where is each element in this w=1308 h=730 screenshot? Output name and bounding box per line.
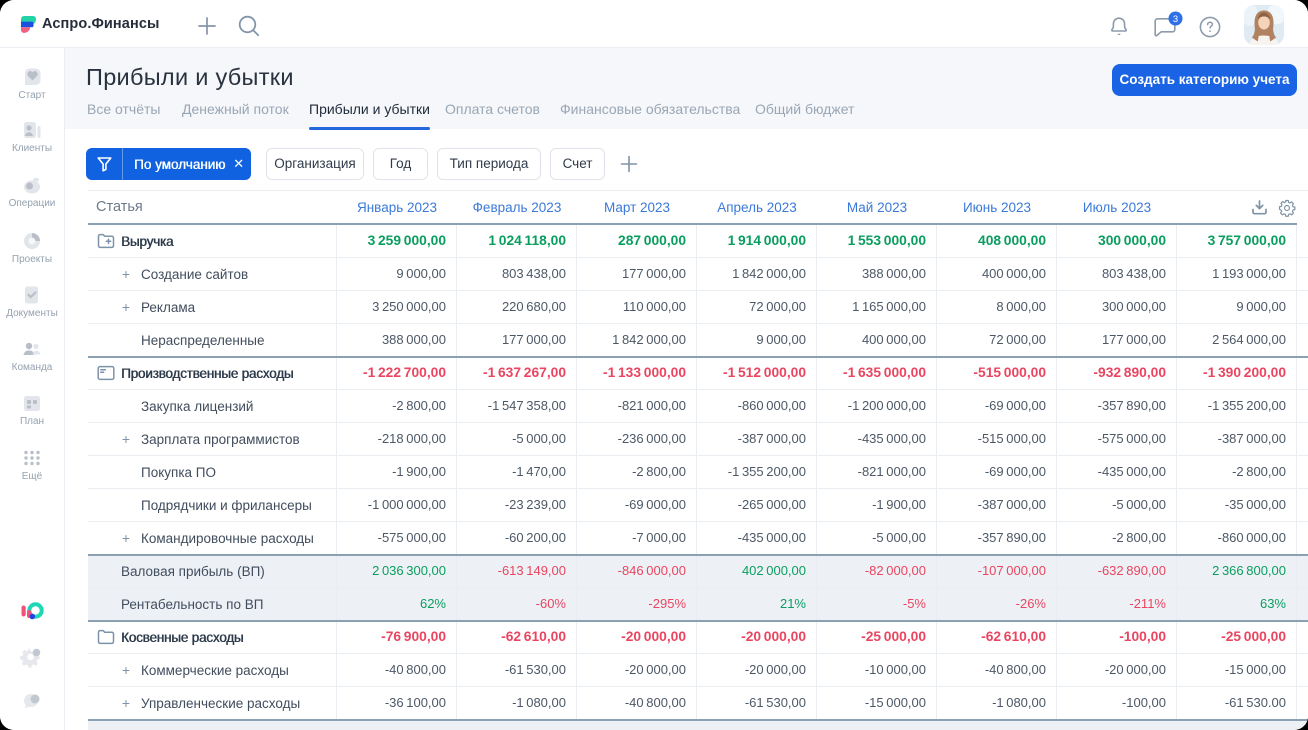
svg-text:3: 3 [1173, 14, 1178, 25]
